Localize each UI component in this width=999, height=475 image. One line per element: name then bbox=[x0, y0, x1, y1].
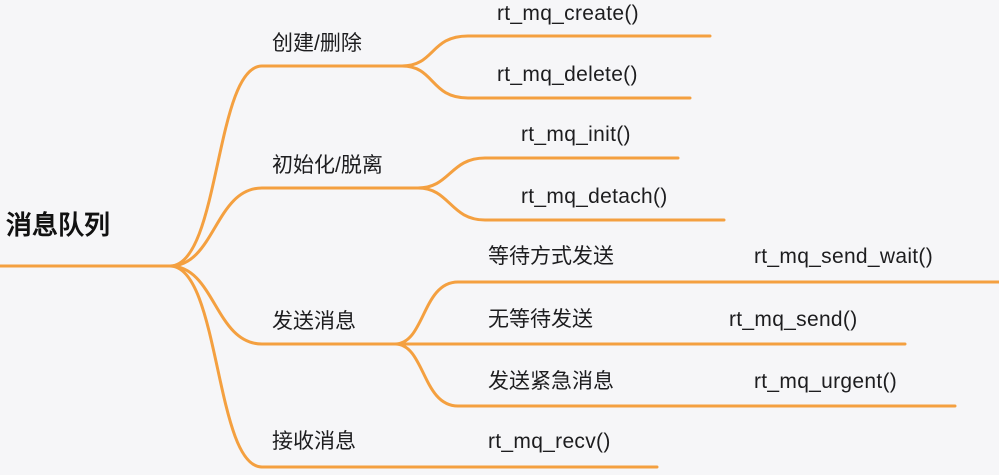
branch-send-message: 发送消息 bbox=[272, 310, 356, 333]
mindmap-canvas: 消息队列 创建/删除 初始化/脱离 发送消息 接收消息 rt_mq_create… bbox=[0, 0, 999, 475]
link-send-wait bbox=[393, 280, 999, 346]
api-rt-mq-send: rt_mq_send() bbox=[729, 308, 858, 331]
send-no-wait: 无等待发送 bbox=[488, 308, 593, 331]
branch-init-detach: 初始化/脱离 bbox=[272, 154, 383, 177]
api-rt-mq-delete: rt_mq_delete() bbox=[497, 63, 638, 86]
branch-create-delete: 创建/删除 bbox=[272, 32, 362, 55]
api-rt-mq-urgent: rt_mq_urgent() bbox=[754, 370, 898, 393]
api-rt-mq-create: rt_mq_create() bbox=[497, 2, 639, 25]
branch-recv-message: 接收消息 bbox=[272, 430, 356, 453]
api-rt-mq-detach: rt_mq_detach() bbox=[521, 185, 668, 208]
link-root-recv bbox=[168, 264, 264, 469]
link-root-init-detach bbox=[168, 186, 420, 268]
api-rt-mq-init: rt_mq_init() bbox=[521, 123, 631, 146]
send-wait-mode: 等待方式发送 bbox=[488, 245, 614, 268]
api-rt-mq-send-wait: rt_mq_send_wait() bbox=[754, 245, 934, 268]
root-topic: 消息队列 bbox=[6, 210, 111, 240]
api-rt-mq-recv: rt_mq_recv() bbox=[488, 430, 611, 453]
send-urgent: 发送紧急消息 bbox=[488, 370, 614, 393]
